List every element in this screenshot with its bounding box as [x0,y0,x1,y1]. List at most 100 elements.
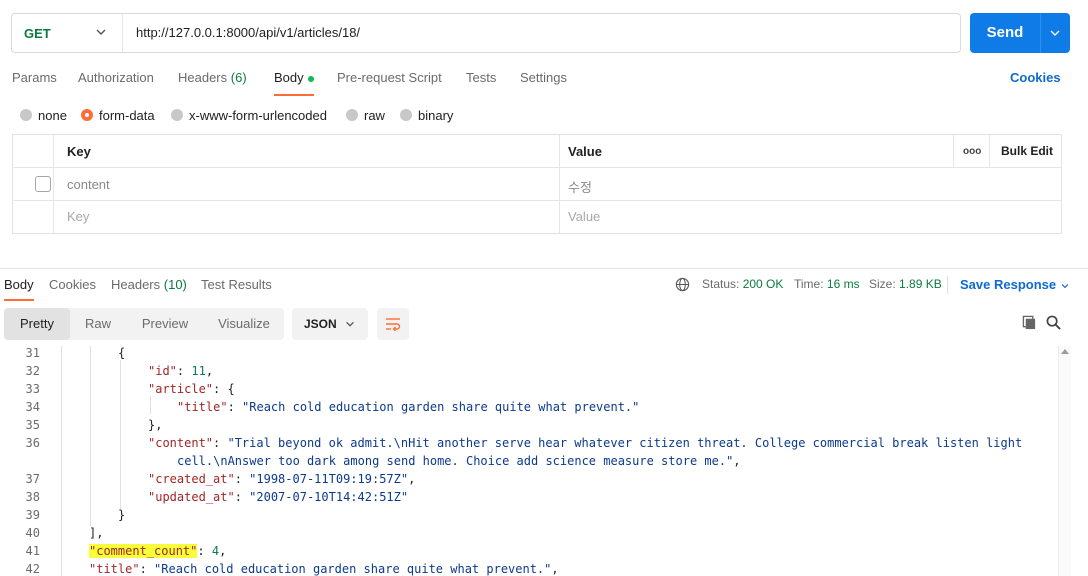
response-tab-test-results[interactable]: Test Results [201,277,272,292]
cookies-link[interactable]: Cookies [1010,70,1061,85]
body-indicator-dot [307,75,314,82]
json-number: 4 [211,544,220,558]
indent-guide [120,360,121,510]
response-tab-body[interactable]: Body [4,277,34,292]
response-tab-headers[interactable]: Headers (10) [111,277,187,292]
view-visualize-button[interactable]: Visualize [204,308,284,340]
radio-form-data[interactable]: form-data [81,106,155,124]
more-options-icon[interactable]: ooo [963,146,981,157]
line-number: 31 [25,346,40,360]
code-line: { [118,346,126,360]
tab-tests[interactable]: Tests [466,70,496,88]
tab-body-label: Body [274,70,304,85]
format-label: JSON [304,317,337,331]
line-number: 32 [25,364,40,378]
json-key: "updated_at" [148,490,235,504]
json-string: "Trial beyond ok admit.\nHit another ser… [227,436,1023,450]
radio-none-label: none [38,107,67,123]
response-headers-count: (10) [163,277,187,292]
tab-params[interactable]: Params [12,70,57,88]
radio-none[interactable]: none [20,106,67,124]
indent-guide [150,396,151,414]
json-string: "Reach cold education garden share quite… [242,400,640,414]
radio-circle [346,109,358,121]
scroll-up-icon[interactable] [1061,348,1069,354]
new-value-input[interactable]: Value [568,209,600,224]
json-key: "content" [148,436,214,450]
copy-icon[interactable] [1022,315,1037,330]
send-options-chevron-icon[interactable] [1048,26,1062,40]
code-line: "id": 11, [148,364,214,378]
response-tab-cookies[interactable]: Cookies [49,277,96,292]
save-response-button[interactable]: Save Response [960,277,1070,292]
code-line: "title": "Reach cold education garden sh… [89,562,559,576]
radio-form-data-label: form-data [99,107,155,123]
bulk-edit-button[interactable]: Bulk Edit [1001,144,1053,158]
json-key: "created_at" [148,472,235,486]
send-label: Send [986,24,1024,41]
globe-icon[interactable] [675,277,690,292]
response-tab-underline [4,299,34,301]
code-line: "title": "Reach cold education garden sh… [177,400,640,414]
tab-body[interactable]: Body [274,70,314,88]
col-divider [953,135,954,167]
chevron-down-icon [1061,283,1068,288]
chevron-down-icon[interactable] [94,25,108,39]
send-button[interactable]: Send [970,13,1070,53]
save-response-label: Save Response [960,277,1057,292]
json-key: "title" [89,562,140,576]
indent-guide [90,346,91,526]
url-divider [122,14,123,52]
tab-authorization[interactable]: Authorization [78,70,154,88]
code-line: ], [89,526,104,540]
response-headers-label: Headers [111,277,161,292]
radio-circle-selected [81,109,93,121]
radio-raw[interactable]: raw [346,106,385,124]
json-key: "id" [148,364,177,378]
time-label: Time: [794,277,824,291]
time-info: Time: 16 ms [794,277,860,291]
code-line: }, [148,418,163,432]
search-icon[interactable] [1046,315,1061,330]
format-select[interactable]: JSON [292,308,368,340]
radio-circle [20,109,32,121]
radio-raw-label: raw [364,107,385,123]
tab-pre-request-script[interactable]: Pre-request Script [337,70,442,88]
view-raw-button[interactable]: Raw [70,308,126,340]
row-value[interactable]: 수정 [568,177,592,196]
radio-urlencoded[interactable]: x-www-form-urlencoded [171,106,327,124]
tab-headers[interactable]: Headers (6) [178,70,247,88]
line-number: 34 [25,400,40,414]
radio-binary[interactable]: binary [400,106,453,124]
row-divider [13,200,1061,201]
line-number: 39 [25,508,40,522]
value-column-header: Value [568,144,602,159]
editor-scrollbar[interactable] [1058,346,1071,576]
json-key: "title" [177,400,228,414]
view-preview-button[interactable]: Preview [126,308,204,340]
status-info: Status: 200 OK [702,277,783,291]
request-response-divider[interactable] [0,268,1088,269]
chevron-down-icon [346,321,354,327]
view-pretty-button[interactable]: Pretty [4,308,70,340]
code-line: "updated_at": "2007-07-10T14:42:51Z" [148,490,409,504]
status-value: 200 OK [742,277,784,291]
key-column-header: Key [67,144,91,159]
size-value: 1.89 KB [899,277,942,291]
col-divider [989,135,990,167]
json-string: "2007-07-10T14:42:51Z" [249,490,409,504]
wrap-lines-button[interactable] [377,308,409,340]
tab-headers-count: (6) [230,70,247,85]
size-info: Size: 1.89 KB [869,277,942,291]
new-key-input[interactable]: Key [67,209,89,224]
row-enable-checkbox[interactable] [35,176,51,192]
tab-settings[interactable]: Settings [520,70,567,88]
code-line: } [118,508,126,522]
radio-urlencoded-label: x-www-form-urlencoded [189,107,327,123]
tab-body-underline [274,94,314,96]
url-input[interactable]: http://127.0.0.1:8000/api/v1/articles/18… [136,14,360,52]
row-key[interactable]: content [67,177,110,192]
response-body-editor[interactable]: 31 { 32 "id": 11, 33 "article": { 34 "ti… [0,346,1070,576]
code-line: "created_at": "1998-07-11T09:19:57Z", [148,472,416,486]
view-mode-segmented: Pretty Raw Preview Visualize [4,308,284,340]
